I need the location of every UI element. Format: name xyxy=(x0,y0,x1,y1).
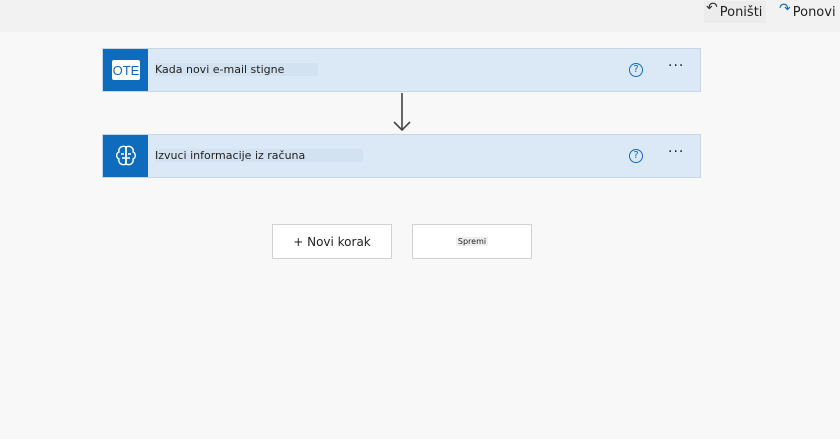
redo-button[interactable]: ↷ Ponovi xyxy=(779,1,836,23)
outlook-icon-text: OTE xyxy=(112,63,139,78)
flow-step-extract[interactable]: Izvuci informacije iz računa ? ··· xyxy=(102,134,701,178)
command-bar: ↶ Poništi ↷ Ponovi xyxy=(0,0,840,32)
redo-icon: ↷ xyxy=(779,1,791,17)
step-title: Kada novi e-mail stigne xyxy=(155,63,318,76)
save-label: Spremi xyxy=(455,237,489,246)
help-icon[interactable]: ? xyxy=(629,149,643,163)
new-step-button[interactable]: + Novi korak xyxy=(272,224,392,259)
ai-brain-icon xyxy=(103,135,148,177)
save-button[interactable]: Spremi xyxy=(412,224,532,259)
undo-button[interactable]: ↶ Poništi xyxy=(704,0,767,23)
more-options-icon[interactable]: ··· xyxy=(668,145,690,162)
new-step-label: + Novi korak xyxy=(293,234,371,249)
redo-label: Ponovi xyxy=(792,4,836,20)
more-options-icon[interactable]: ··· xyxy=(668,59,690,76)
arrow-down-icon xyxy=(392,93,412,137)
undo-label: Poništi xyxy=(719,4,763,20)
help-icon[interactable]: ? xyxy=(629,63,643,77)
outlook-icon: OTE xyxy=(103,49,148,91)
flow-step-trigger[interactable]: OTE Kada novi e-mail stigne ? ··· xyxy=(102,48,701,92)
step-title: Izvuci informacije iz računa xyxy=(155,149,363,162)
undo-icon: ↶ xyxy=(706,0,718,16)
